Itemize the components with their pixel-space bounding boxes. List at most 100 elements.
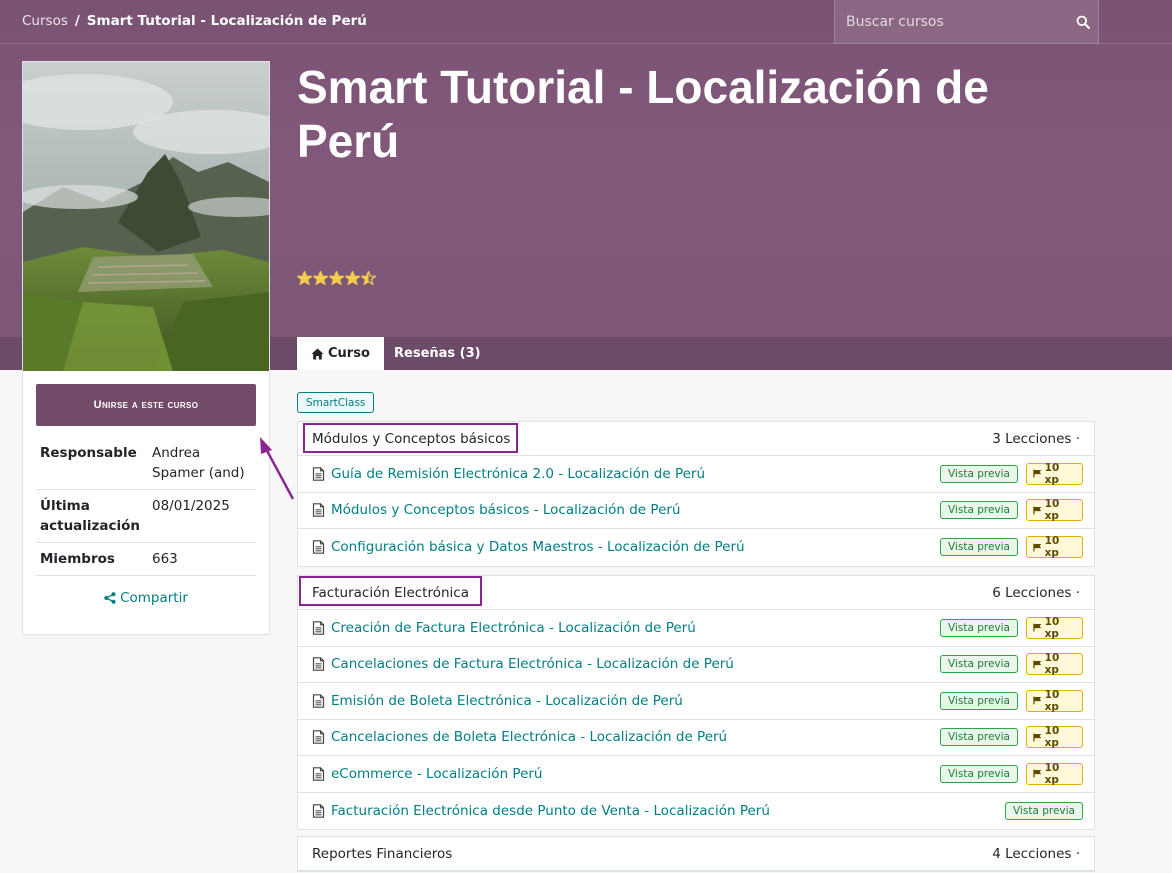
info-label: Miembros xyxy=(40,551,115,567)
info-value: Andrea Spamer (and) xyxy=(152,445,245,481)
lesson-row: Facturación Electrónica desde Punto de V… xyxy=(298,793,1094,830)
share-label: Compartir xyxy=(120,590,188,606)
xp-badge: 10 xp xyxy=(1026,535,1083,560)
preview-badge[interactable]: Vista previa xyxy=(939,538,1018,557)
document-icon xyxy=(312,503,325,518)
course-title: Smart Tutorial - Localización de Perú xyxy=(297,61,989,167)
join-course-button[interactable]: Unirse a este curso xyxy=(36,384,256,426)
course-rating xyxy=(297,271,376,285)
preview-badge[interactable]: Vista previa xyxy=(939,501,1018,520)
info-value: 663 xyxy=(152,551,178,567)
xp-badge: 10 xp xyxy=(1026,462,1083,486)
info-value: 08/01/2025 xyxy=(152,498,230,514)
xp-badge: 10 xp xyxy=(1026,652,1083,677)
xp-value: 10 xp xyxy=(1044,761,1060,786)
lesson-title-link[interactable]: Creación de Factura Electrónica - Locali… xyxy=(331,620,932,636)
flag-icon xyxy=(1033,506,1042,515)
course-tag[interactable]: SmartClass xyxy=(297,392,375,413)
share-link[interactable]: Compartir xyxy=(23,590,269,606)
annotation-arrow-icon xyxy=(260,437,295,500)
flag-icon xyxy=(1033,733,1042,742)
search-box xyxy=(834,0,1099,44)
flag-icon xyxy=(1033,469,1042,478)
tab-course-label: Curso xyxy=(328,346,370,361)
xp-value: 10 xp xyxy=(1044,652,1060,677)
search-button[interactable] xyxy=(1068,0,1098,44)
preview-badge[interactable]: Vista previa xyxy=(939,764,1018,783)
xp-value: 10 xp xyxy=(1044,535,1060,560)
section-header[interactable]: Módulos y Conceptos básicos 3 Lecciones · xyxy=(298,422,1094,456)
lesson-row: eCommerce - Localización Perú Vista previ… xyxy=(298,756,1094,793)
xp-badge: 10 xp xyxy=(1026,615,1083,640)
document-icon xyxy=(312,803,325,818)
course-section: Reportes Financieros 4 Lecciones · xyxy=(297,836,1095,872)
home-icon xyxy=(311,348,324,359)
tab-reviews-label: Reseñas (3) xyxy=(394,346,481,361)
breadcrumb-root-link[interactable]: Cursos xyxy=(22,13,68,29)
xp-badge: 10 xp xyxy=(1026,725,1083,750)
top-navbar: Cursos / Smart Tutorial - Localización d… xyxy=(0,0,1172,44)
xp-value: 10 xp xyxy=(1044,615,1060,640)
lesson-title-link[interactable]: eCommerce - Localización Perú xyxy=(331,766,932,782)
search-icon xyxy=(1076,15,1090,29)
info-row-last-update: Última actualización 08/01/2025 xyxy=(36,490,256,543)
section-header[interactable]: Reportes Financieros 4 Lecciones · xyxy=(298,837,1094,871)
info-row-responsible: Responsable Andrea Spamer (and) xyxy=(36,437,256,490)
xp-badge: 10 xp xyxy=(1026,761,1083,786)
info-label: Última actualización xyxy=(40,498,141,534)
lesson-row: Emisión de Boleta Electrónica - Localiza… xyxy=(298,683,1094,720)
preview-badge[interactable]: Vista previa xyxy=(939,464,1018,483)
preview-badge[interactable]: Vista previa xyxy=(939,655,1018,674)
star-icon xyxy=(313,271,328,285)
document-icon xyxy=(312,540,325,555)
star-icon xyxy=(329,271,344,285)
lesson-title-link[interactable]: Configuración básica y Datos Maestros - … xyxy=(331,539,932,555)
flag-icon xyxy=(1033,623,1042,632)
xp-badge: 10 xp xyxy=(1026,688,1083,713)
flag-icon xyxy=(1033,543,1042,552)
lesson-row: Módulos y Conceptos básicos - Localizaci… xyxy=(298,493,1094,529)
xp-value: 10 xp xyxy=(1044,498,1060,523)
flag-icon xyxy=(1033,660,1042,669)
star-icon xyxy=(345,271,360,285)
section-title: Facturación Electrónica xyxy=(312,584,469,601)
lesson-row: Creación de Factura Electrónica - Locali… xyxy=(298,610,1094,647)
tab-course[interactable]: Curso xyxy=(297,337,384,370)
lesson-title-link[interactable]: Guía de Remisión Electrónica 2.0 - Local… xyxy=(331,466,932,482)
section-header[interactable]: Facturación Electrónica 6 Lecciones · xyxy=(298,576,1094,610)
breadcrumb: Cursos / Smart Tutorial - Localización d… xyxy=(22,13,367,29)
document-icon xyxy=(312,730,325,745)
lesson-row: Cancelaciones de Boleta Electrónica - Lo… xyxy=(298,720,1094,756)
section-title: Reportes Financieros xyxy=(312,845,453,862)
document-icon xyxy=(312,766,325,781)
xp-value: 10 xp xyxy=(1044,725,1060,750)
preview-badge[interactable]: Vista previa xyxy=(1004,801,1083,820)
lesson-title-link[interactable]: Emisión de Boleta Electrónica - Localiza… xyxy=(331,693,932,709)
search-input[interactable] xyxy=(835,0,1070,44)
star-icon xyxy=(297,271,312,285)
xp-badge: 10 xp xyxy=(1026,498,1083,523)
lesson-title-link[interactable]: Módulos y Conceptos básicos - Localizaci… xyxy=(331,502,932,518)
section-title: Módulos y Conceptos básicos xyxy=(312,430,511,447)
course-sidebar-card: Unirse a este curso Responsable Andrea S… xyxy=(22,61,270,635)
xp-value: 10 xp xyxy=(1044,688,1060,713)
flag-icon xyxy=(1033,769,1042,778)
preview-badge[interactable]: Vista previa xyxy=(939,691,1018,710)
lesson-title-link[interactable]: Cancelaciones de Factura Electrónica - L… xyxy=(331,656,932,672)
preview-badge[interactable]: Vista previa xyxy=(939,728,1018,747)
lesson-title-link[interactable]: Cancelaciones de Boleta Electrónica - Lo… xyxy=(331,729,932,745)
flag-icon xyxy=(1033,696,1042,705)
breadcrumb-current: Smart Tutorial - Localización de Perú xyxy=(86,13,367,29)
lesson-row: Guía de Remisión Electrónica 2.0 - Local… xyxy=(298,456,1094,493)
info-label: Responsable xyxy=(40,445,137,461)
document-icon xyxy=(312,620,325,635)
share-icon xyxy=(104,592,116,604)
preview-badge[interactable]: Vista previa xyxy=(939,618,1018,637)
tab-reviews[interactable]: Reseñas (3) xyxy=(380,337,495,370)
document-icon xyxy=(312,657,325,672)
lesson-title-link[interactable]: Facturación Electrónica desde Punto de V… xyxy=(331,803,997,819)
course-section: Facturación Electrónica 6 Lecciones · Crea… xyxy=(297,575,1095,830)
section-lesson-count: 4 Lecciones · xyxy=(992,845,1080,862)
lesson-row: Cancelaciones de Factura Electrónica - L… xyxy=(298,647,1094,683)
course-cover-image xyxy=(23,62,269,371)
